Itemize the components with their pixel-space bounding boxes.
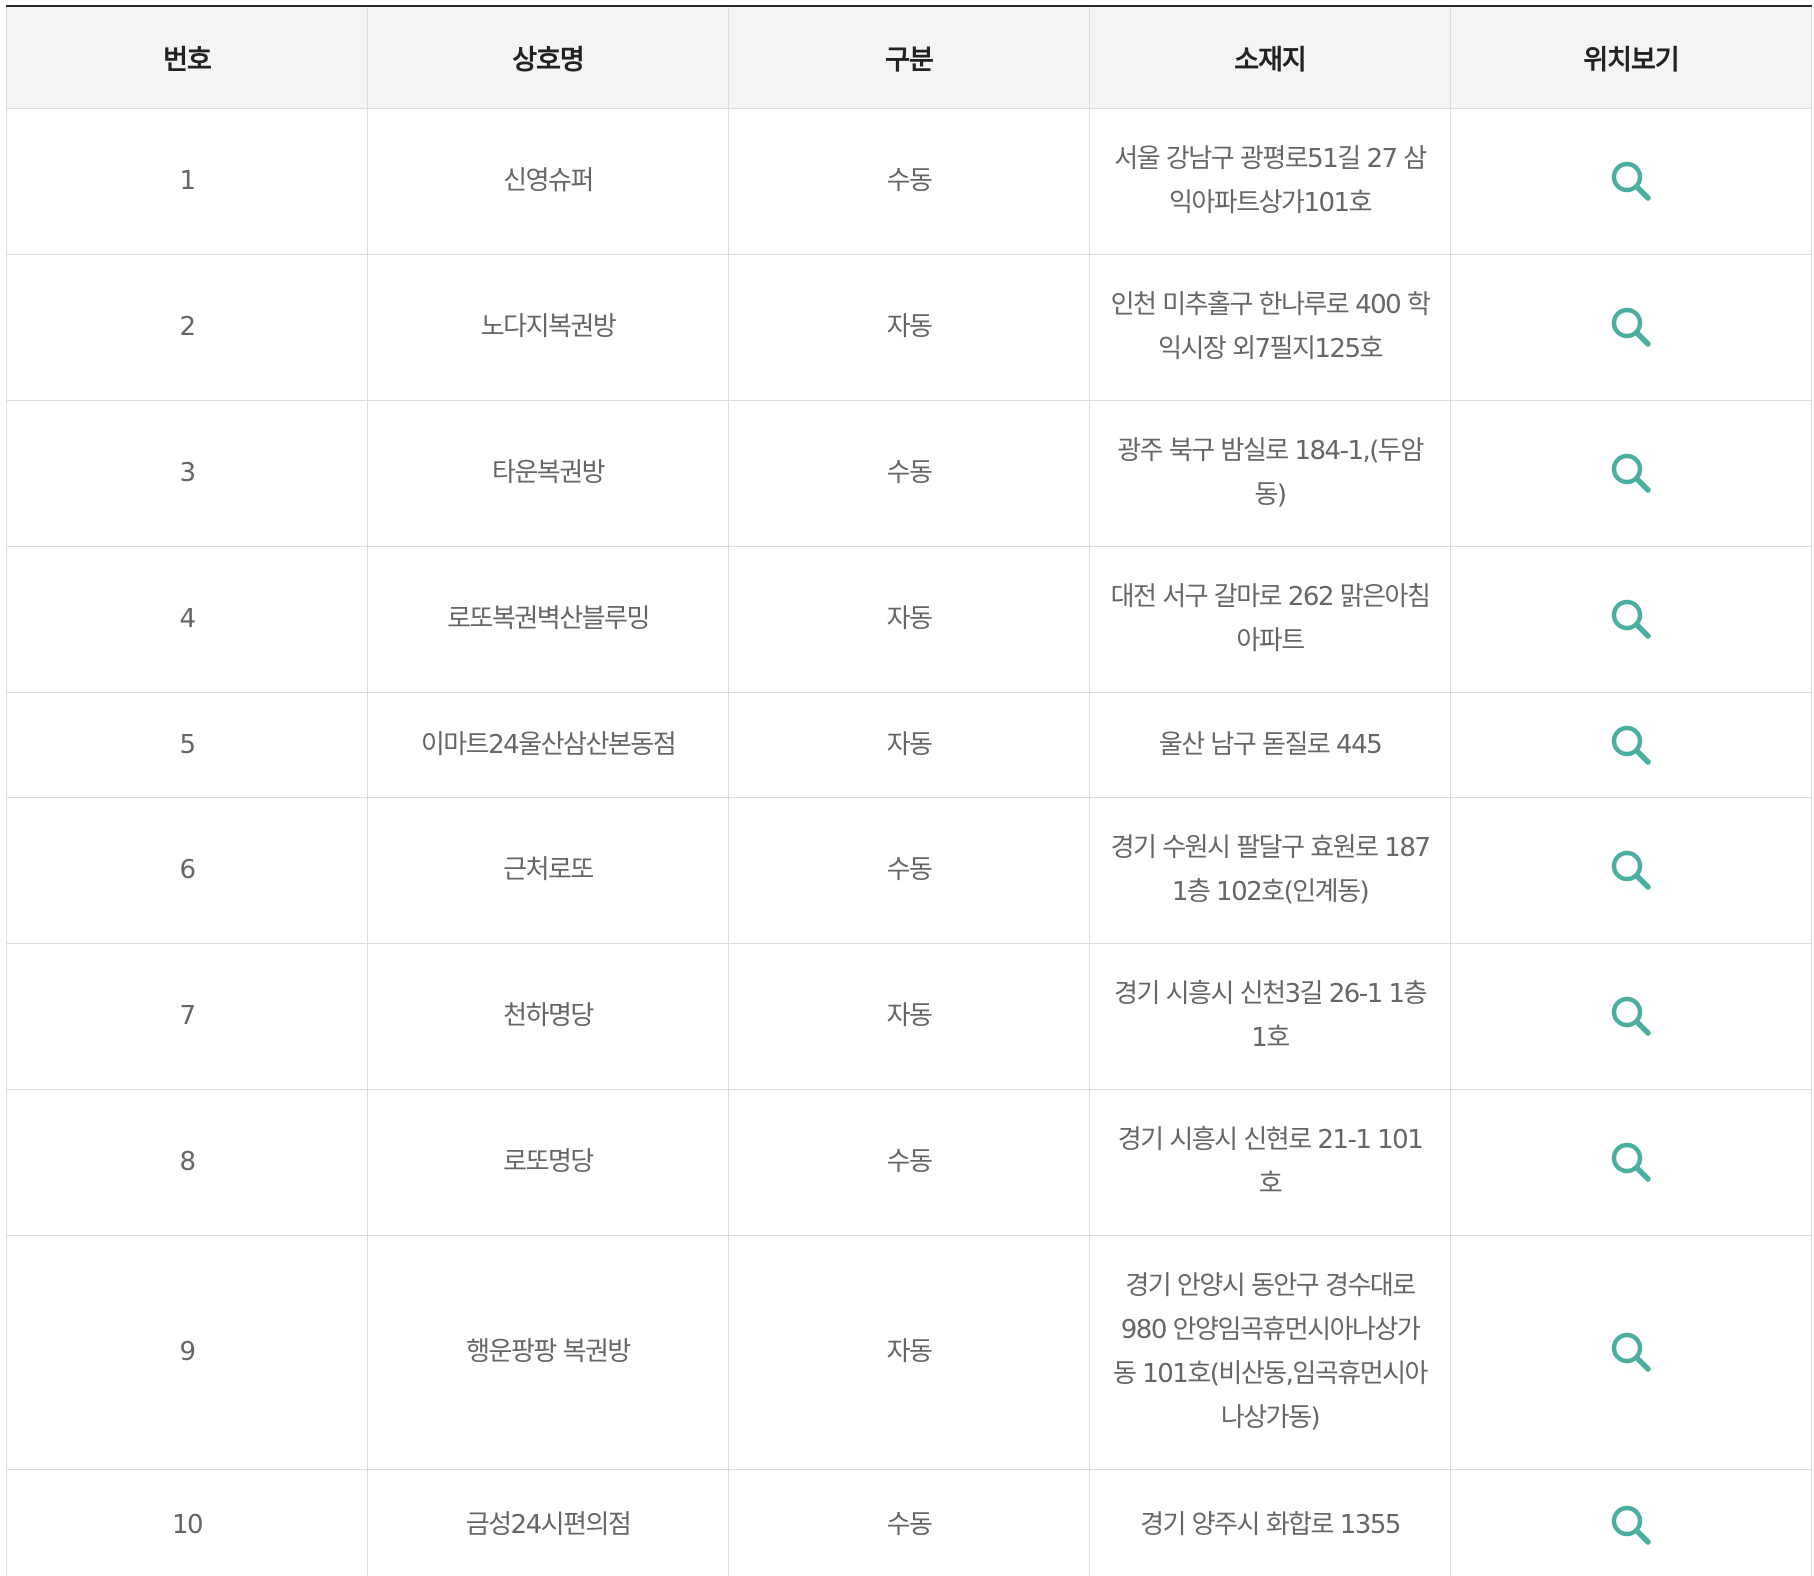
cell-number: 1	[6, 107, 368, 255]
cell-type: 자동	[728, 942, 1090, 1090]
table-row: 10 금성24시편의점 수동 경기 양주시 화합로 1355	[6, 1468, 1812, 1576]
cell-name: 타운복권방	[367, 399, 729, 547]
cell-type: 수동	[728, 399, 1090, 547]
cell-location	[1450, 942, 1812, 1090]
cell-address: 경기 양주시 화합로 1355	[1089, 1468, 1451, 1576]
table-row: 6 근처로또 수동 경기 수원시 팔달구 효원로 187 1층 102호(인계동…	[6, 796, 1812, 944]
cell-number: 2	[6, 253, 368, 401]
header-type: 구분	[728, 5, 1090, 109]
cell-name: 노다지복권방	[367, 253, 729, 401]
table-body: 1 신영슈퍼 수동 서울 강남구 광평로51길 27 삼익아파트상가101호 2…	[6, 107, 1812, 1576]
cell-number: 6	[6, 796, 368, 944]
cell-number: 8	[6, 1088, 368, 1236]
table-row: 8 로또명당 수동 경기 시흥시 신현로 21-1 101호	[6, 1088, 1812, 1236]
cell-name: 행운팡팡 복권방	[367, 1234, 729, 1470]
cell-number: 4	[6, 545, 368, 693]
search-icon[interactable]	[1607, 449, 1655, 497]
cell-address: 경기 시흥시 신현로 21-1 101호	[1089, 1088, 1451, 1236]
cell-type: 수동	[728, 1088, 1090, 1236]
search-icon[interactable]	[1607, 992, 1655, 1040]
search-icon[interactable]	[1607, 721, 1655, 769]
cell-name: 신영슈퍼	[367, 107, 729, 255]
cell-location	[1450, 691, 1812, 798]
cell-address: 경기 시흥시 신천3길 26-1 1층 1호	[1089, 942, 1451, 1090]
search-icon[interactable]	[1607, 846, 1655, 894]
cell-type: 수동	[728, 107, 1090, 255]
header-name: 상호명	[367, 5, 729, 109]
search-icon[interactable]	[1607, 595, 1655, 643]
cell-number: 7	[6, 942, 368, 1090]
cell-name: 로또복권벽산블루밍	[367, 545, 729, 693]
cell-name: 근처로또	[367, 796, 729, 944]
search-icon[interactable]	[1607, 303, 1655, 351]
cell-address: 인천 미추홀구 한나루로 400 학익시장 외7필지125호	[1089, 253, 1451, 401]
header-row: 번호 상호명 구분 소재지 위치보기	[6, 5, 1812, 109]
cell-number: 10	[6, 1468, 368, 1576]
search-icon[interactable]	[1607, 1138, 1655, 1186]
cell-location	[1450, 1468, 1812, 1576]
cell-type: 자동	[728, 691, 1090, 798]
cell-number: 9	[6, 1234, 368, 1470]
cell-number: 5	[6, 691, 368, 798]
header-location: 위치보기	[1450, 5, 1812, 109]
cell-type: 자동	[728, 1234, 1090, 1470]
search-icon[interactable]	[1607, 1328, 1655, 1376]
cell-type: 자동	[728, 253, 1090, 401]
cell-address: 광주 북구 밤실로 184-1,(두암동)	[1089, 399, 1451, 547]
table-row: 3 타운복권방 수동 광주 북구 밤실로 184-1,(두암동)	[6, 399, 1812, 547]
cell-name: 금성24시편의점	[367, 1468, 729, 1576]
cell-number: 3	[6, 399, 368, 547]
store-table: 번호 상호명 구분 소재지 위치보기 1 신영슈퍼 수동 서울 강남구 광평로5…	[6, 5, 1812, 1576]
table-row: 7 천하명당 자동 경기 시흥시 신천3길 26-1 1층 1호	[6, 942, 1812, 1090]
cell-name: 천하명당	[367, 942, 729, 1090]
cell-address: 경기 수원시 팔달구 효원로 187 1층 102호(인계동)	[1089, 796, 1451, 944]
search-icon[interactable]	[1607, 157, 1655, 205]
cell-location	[1450, 253, 1812, 401]
cell-location	[1450, 1234, 1812, 1470]
table-row: 4 로또복권벽산블루밍 자동 대전 서구 갈마로 262 맑은아침아파트	[6, 545, 1812, 693]
cell-type: 수동	[728, 1468, 1090, 1576]
search-icon[interactable]	[1607, 1501, 1655, 1549]
table-header: 번호 상호명 구분 소재지 위치보기	[6, 5, 1812, 109]
cell-address: 대전 서구 갈마로 262 맑은아침아파트	[1089, 545, 1451, 693]
page: 번호 상호명 구분 소재지 위치보기 1 신영슈퍼 수동 서울 강남구 광평로5…	[0, 0, 1814, 1576]
cell-name: 이마트24울산삼산본동점	[367, 691, 729, 798]
cell-address: 서울 강남구 광평로51길 27 삼익아파트상가101호	[1089, 107, 1451, 255]
cell-address: 경기 안양시 동안구 경수대로 980 안양임곡휴먼시아나상가동 101호(비산…	[1089, 1234, 1451, 1470]
cell-address: 울산 남구 돋질로 445	[1089, 691, 1451, 798]
cell-location	[1450, 1088, 1812, 1236]
cell-location	[1450, 796, 1812, 944]
cell-location	[1450, 399, 1812, 547]
cell-location	[1450, 107, 1812, 255]
header-address: 소재지	[1089, 5, 1451, 109]
cell-location	[1450, 545, 1812, 693]
cell-name: 로또명당	[367, 1088, 729, 1236]
cell-type: 자동	[728, 545, 1090, 693]
table-row: 2 노다지복권방 자동 인천 미추홀구 한나루로 400 학익시장 외7필지12…	[6, 253, 1812, 401]
table-row: 5 이마트24울산삼산본동점 자동 울산 남구 돋질로 445	[6, 691, 1812, 798]
table-row: 9 행운팡팡 복권방 자동 경기 안양시 동안구 경수대로 980 안양임곡휴먼…	[6, 1234, 1812, 1470]
table-row: 1 신영슈퍼 수동 서울 강남구 광평로51길 27 삼익아파트상가101호	[6, 107, 1812, 255]
header-number: 번호	[6, 5, 368, 109]
cell-type: 수동	[728, 796, 1090, 944]
